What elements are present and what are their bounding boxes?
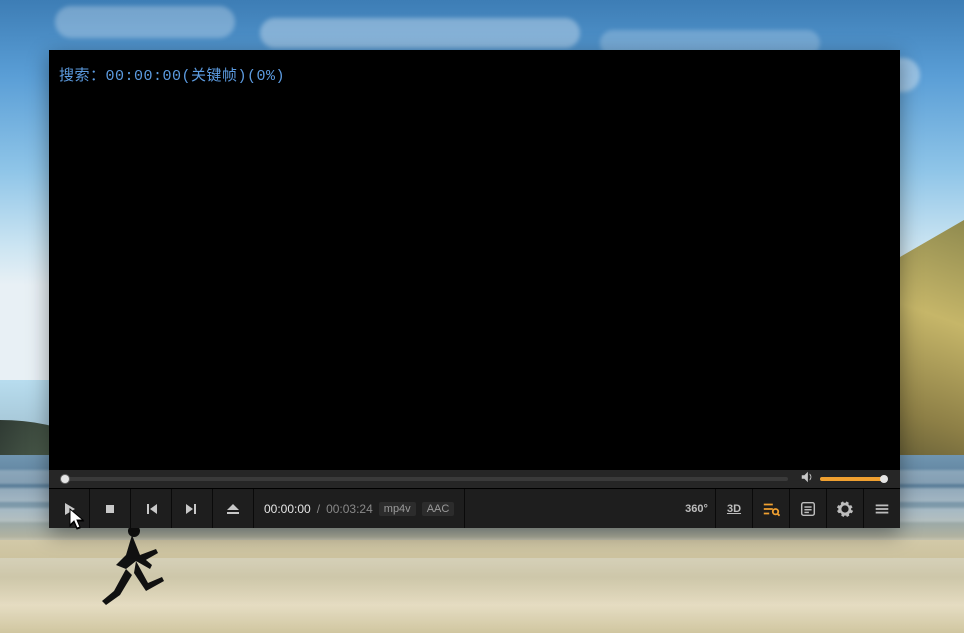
subtitle-button[interactable] — [789, 489, 826, 528]
menu-button[interactable] — [863, 489, 900, 528]
spacer — [465, 489, 678, 528]
stop-button[interactable] — [90, 489, 131, 528]
cloud — [260, 18, 580, 48]
desktop-wallpaper-runner — [96, 521, 176, 611]
eject-button[interactable] — [213, 489, 254, 528]
controls-row: 00:00:00 / 00:03:24 mp4v AAC 360° 3D — [49, 488, 900, 528]
video-player-window: 搜索：00:00:00(关键帧)(0%) — [49, 50, 900, 528]
osd-seek-text: 搜索：00:00:00(关键帧)(0%) — [59, 64, 285, 85]
play-button[interactable] — [49, 489, 90, 528]
settings-button[interactable] — [826, 489, 863, 528]
seek-track[interactable] — [65, 477, 788, 481]
volume-fill — [820, 477, 884, 481]
video-canvas[interactable]: 搜索：00:00:00(关键帧)(0%) — [49, 50, 900, 470]
seek-thumb[interactable] — [61, 475, 69, 483]
time-display: 00:00:00 / 00:03:24 mp4v AAC — [254, 489, 465, 528]
previous-button[interactable] — [131, 489, 172, 528]
volume-track[interactable] — [820, 477, 884, 481]
volume-control — [800, 470, 884, 489]
time-separator: / — [317, 502, 320, 516]
vr360-button[interactable]: 360° — [678, 489, 715, 528]
cloud — [55, 6, 235, 38]
seekbar-row — [49, 470, 900, 488]
three-d-button[interactable]: 3D — [715, 489, 752, 528]
next-button[interactable] — [172, 489, 213, 528]
volume-thumb[interactable] — [880, 475, 888, 483]
three-d-label: 3D — [727, 503, 741, 515]
volume-icon[interactable] — [800, 470, 814, 489]
audio-codec-badge: AAC — [422, 502, 455, 516]
video-codec-badge: mp4v — [379, 502, 416, 516]
time-duration: 00:03:24 — [326, 502, 373, 516]
time-current: 00:00:00 — [264, 502, 311, 516]
vr360-label: 360° — [685, 503, 708, 515]
search-list-button[interactable] — [752, 489, 789, 528]
right-tools: 360° 3D — [678, 489, 900, 528]
